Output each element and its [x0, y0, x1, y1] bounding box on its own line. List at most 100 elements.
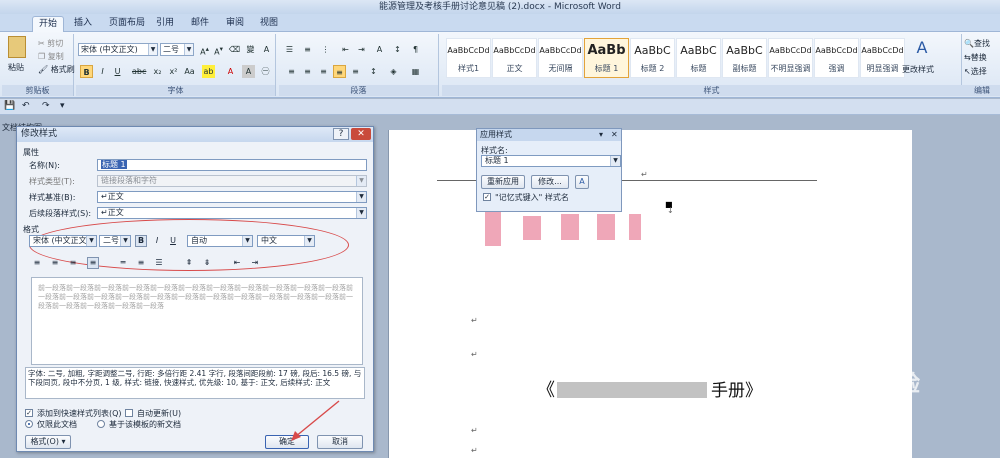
- underline-icon[interactable]: U: [167, 235, 179, 247]
- format-painter-button[interactable]: 🖌 格式刷: [38, 64, 75, 75]
- font-size-select[interactable]: 二号 ▼: [99, 235, 131, 247]
- align-right-icon[interactable]: ≡: [67, 257, 79, 269]
- bold-icon[interactable]: B: [135, 235, 147, 247]
- select-button[interactable]: ↖选择: [964, 66, 987, 77]
- tab-page-layout[interactable]: 页面布局: [103, 16, 151, 32]
- cut-button[interactable]: ✂ 剪切: [38, 38, 63, 49]
- reapply-button[interactable]: 重新应用: [481, 175, 525, 189]
- grow-font-icon[interactable]: A▴: [198, 43, 211, 57]
- only-this-document-radio[interactable]: [25, 420, 33, 428]
- decrease-indent-icon[interactable]: ⇤: [339, 43, 352, 56]
- font-size-combo[interactable]: 二号 ▼: [160, 43, 194, 56]
- based-on-select[interactable]: ↵正文 ▼: [97, 191, 367, 203]
- subscript-icon[interactable]: x₂: [151, 65, 164, 78]
- chinese-layout-icon[interactable]: A: [373, 43, 386, 56]
- align-center-icon[interactable]: ≡: [301, 65, 314, 78]
- show-marks-icon[interactable]: ¶: [409, 43, 422, 56]
- auto-update-checkbox[interactable]: [125, 409, 133, 417]
- strikethrough-icon[interactable]: abc: [132, 65, 146, 78]
- tab-home[interactable]: 开始: [32, 16, 65, 32]
- borders-icon[interactable]: ▦: [409, 65, 422, 78]
- change-case-icon[interactable]: Aa: [183, 65, 196, 78]
- font-name-combo[interactable]: 宋体 (中文正文) ▼: [78, 43, 158, 56]
- font-color-select[interactable]: 自动 ▼: [187, 235, 253, 247]
- styles-icon[interactable]: A: [575, 175, 589, 189]
- change-styles-icon[interactable]: A: [912, 38, 932, 58]
- format-menu-button[interactable]: 格式(O) ▾: [25, 435, 71, 449]
- double-spacing-icon[interactable]: ☰: [153, 257, 165, 269]
- numbering-icon[interactable]: ≡: [301, 43, 314, 56]
- italic-icon[interactable]: I: [96, 65, 109, 78]
- tab-review[interactable]: 审阅: [220, 16, 250, 32]
- one-half-spacing-icon[interactable]: ≡: [135, 257, 147, 269]
- sort-icon[interactable]: ↕: [391, 43, 404, 56]
- single-spacing-icon[interactable]: ═: [117, 257, 129, 269]
- increase-indent-icon[interactable]: ⇥: [249, 257, 261, 269]
- paste-icon[interactable]: [8, 36, 26, 58]
- modify-button[interactable]: 修改...: [531, 175, 569, 189]
- multilevel-icon[interactable]: ⋮: [319, 43, 332, 56]
- next-style-select[interactable]: ↵正文 ▼: [97, 207, 367, 219]
- style-tile[interactable]: AaBbC 标题: [676, 38, 721, 78]
- name-field[interactable]: 标题 1: [97, 159, 367, 171]
- redo-icon[interactable]: ↷: [42, 101, 50, 111]
- align-left-icon[interactable]: ≡: [31, 257, 43, 269]
- change-styles-button[interactable]: 更改样式: [902, 64, 934, 75]
- save-icon[interactable]: 💾: [4, 101, 15, 111]
- new-documents-radio[interactable]: [97, 420, 105, 428]
- replace-button[interactable]: ⇆替换: [964, 52, 987, 63]
- justify-icon[interactable]: ≡: [87, 257, 99, 269]
- customize-icon[interactable]: ▾: [60, 101, 65, 111]
- enclose-char-icon[interactable]: ㊀: [259, 65, 272, 78]
- pane-menu-icon[interactable]: ▾: [599, 129, 603, 141]
- copy-button[interactable]: ❐ 复制: [38, 51, 64, 62]
- distributed-icon[interactable]: ≡: [349, 65, 362, 78]
- undo-icon[interactable]: ↶: [22, 101, 30, 111]
- tab-view[interactable]: 视图: [254, 16, 284, 32]
- phonetic-icon[interactable]: 變: [244, 43, 257, 56]
- bullets-icon[interactable]: ☰: [283, 43, 296, 56]
- autocomplete-checkbox[interactable]: ✓: [483, 193, 491, 201]
- find-button[interactable]: 🔍查找: [964, 38, 990, 49]
- style-tile[interactable]: AaBbCcDd 明显强调: [860, 38, 905, 78]
- underline-icon[interactable]: U: [111, 65, 124, 78]
- char-shading-icon[interactable]: A: [242, 65, 255, 78]
- add-quick-style-checkbox[interactable]: ✓: [25, 409, 33, 417]
- style-tile[interactable]: AaBbCcDd 样式1: [446, 38, 491, 78]
- increase-space-before-icon[interactable]: ⇞: [183, 257, 195, 269]
- close-icon[interactable]: ✕: [611, 129, 618, 141]
- style-tile[interactable]: AaBbCcDd 强调: [814, 38, 859, 78]
- shading-icon[interactable]: ◈: [387, 65, 400, 78]
- clear-format-icon[interactable]: ⌫: [228, 43, 241, 56]
- highlight-icon[interactable]: ab: [202, 65, 215, 78]
- style-name-combo[interactable]: 标题 1 ▼: [481, 155, 621, 167]
- tab-insert[interactable]: 插入: [68, 16, 98, 32]
- decrease-space-before-icon[interactable]: ⇟: [201, 257, 213, 269]
- paste-button[interactable]: 粘贴: [8, 62, 24, 73]
- char-border-icon[interactable]: A: [260, 43, 273, 56]
- shrink-font-icon[interactable]: A▾: [212, 43, 225, 57]
- align-center-icon[interactable]: ≡: [49, 257, 61, 269]
- style-tile[interactable]: AaBbCcDd 不明显强调: [768, 38, 813, 78]
- help-button[interactable]: ?: [333, 128, 349, 140]
- line-spacing-icon[interactable]: ↕: [367, 65, 380, 78]
- decrease-indent-icon[interactable]: ⇤: [231, 257, 243, 269]
- language-select[interactable]: 中文 ▼: [257, 235, 315, 247]
- tab-mailings[interactable]: 邮件: [185, 16, 215, 32]
- font-color-icon[interactable]: A: [224, 65, 237, 78]
- style-tile[interactable]: AaBbCcDd 正文: [492, 38, 537, 78]
- justify-icon[interactable]: ≡: [333, 65, 346, 78]
- font-name-select[interactable]: 宋体 (中文正文) ▼: [29, 235, 97, 247]
- close-icon[interactable]: ✕: [351, 128, 371, 140]
- align-left-icon[interactable]: ≡: [285, 65, 298, 78]
- style-tile[interactable]: AaBbC 副标题: [722, 38, 767, 78]
- increase-indent-icon[interactable]: ⇥: [355, 43, 368, 56]
- style-tile[interactable]: AaBb 标题 1: [584, 38, 629, 78]
- bold-icon[interactable]: B: [80, 65, 93, 78]
- align-right-icon[interactable]: ≡: [317, 65, 330, 78]
- tab-references[interactable]: 引用: [150, 16, 180, 32]
- italic-icon[interactable]: I: [151, 235, 163, 247]
- style-tile[interactable]: AaBbC 标题 2: [630, 38, 675, 78]
- superscript-icon[interactable]: x²: [167, 65, 180, 78]
- style-tile[interactable]: AaBbCcDd 无间隔: [538, 38, 583, 78]
